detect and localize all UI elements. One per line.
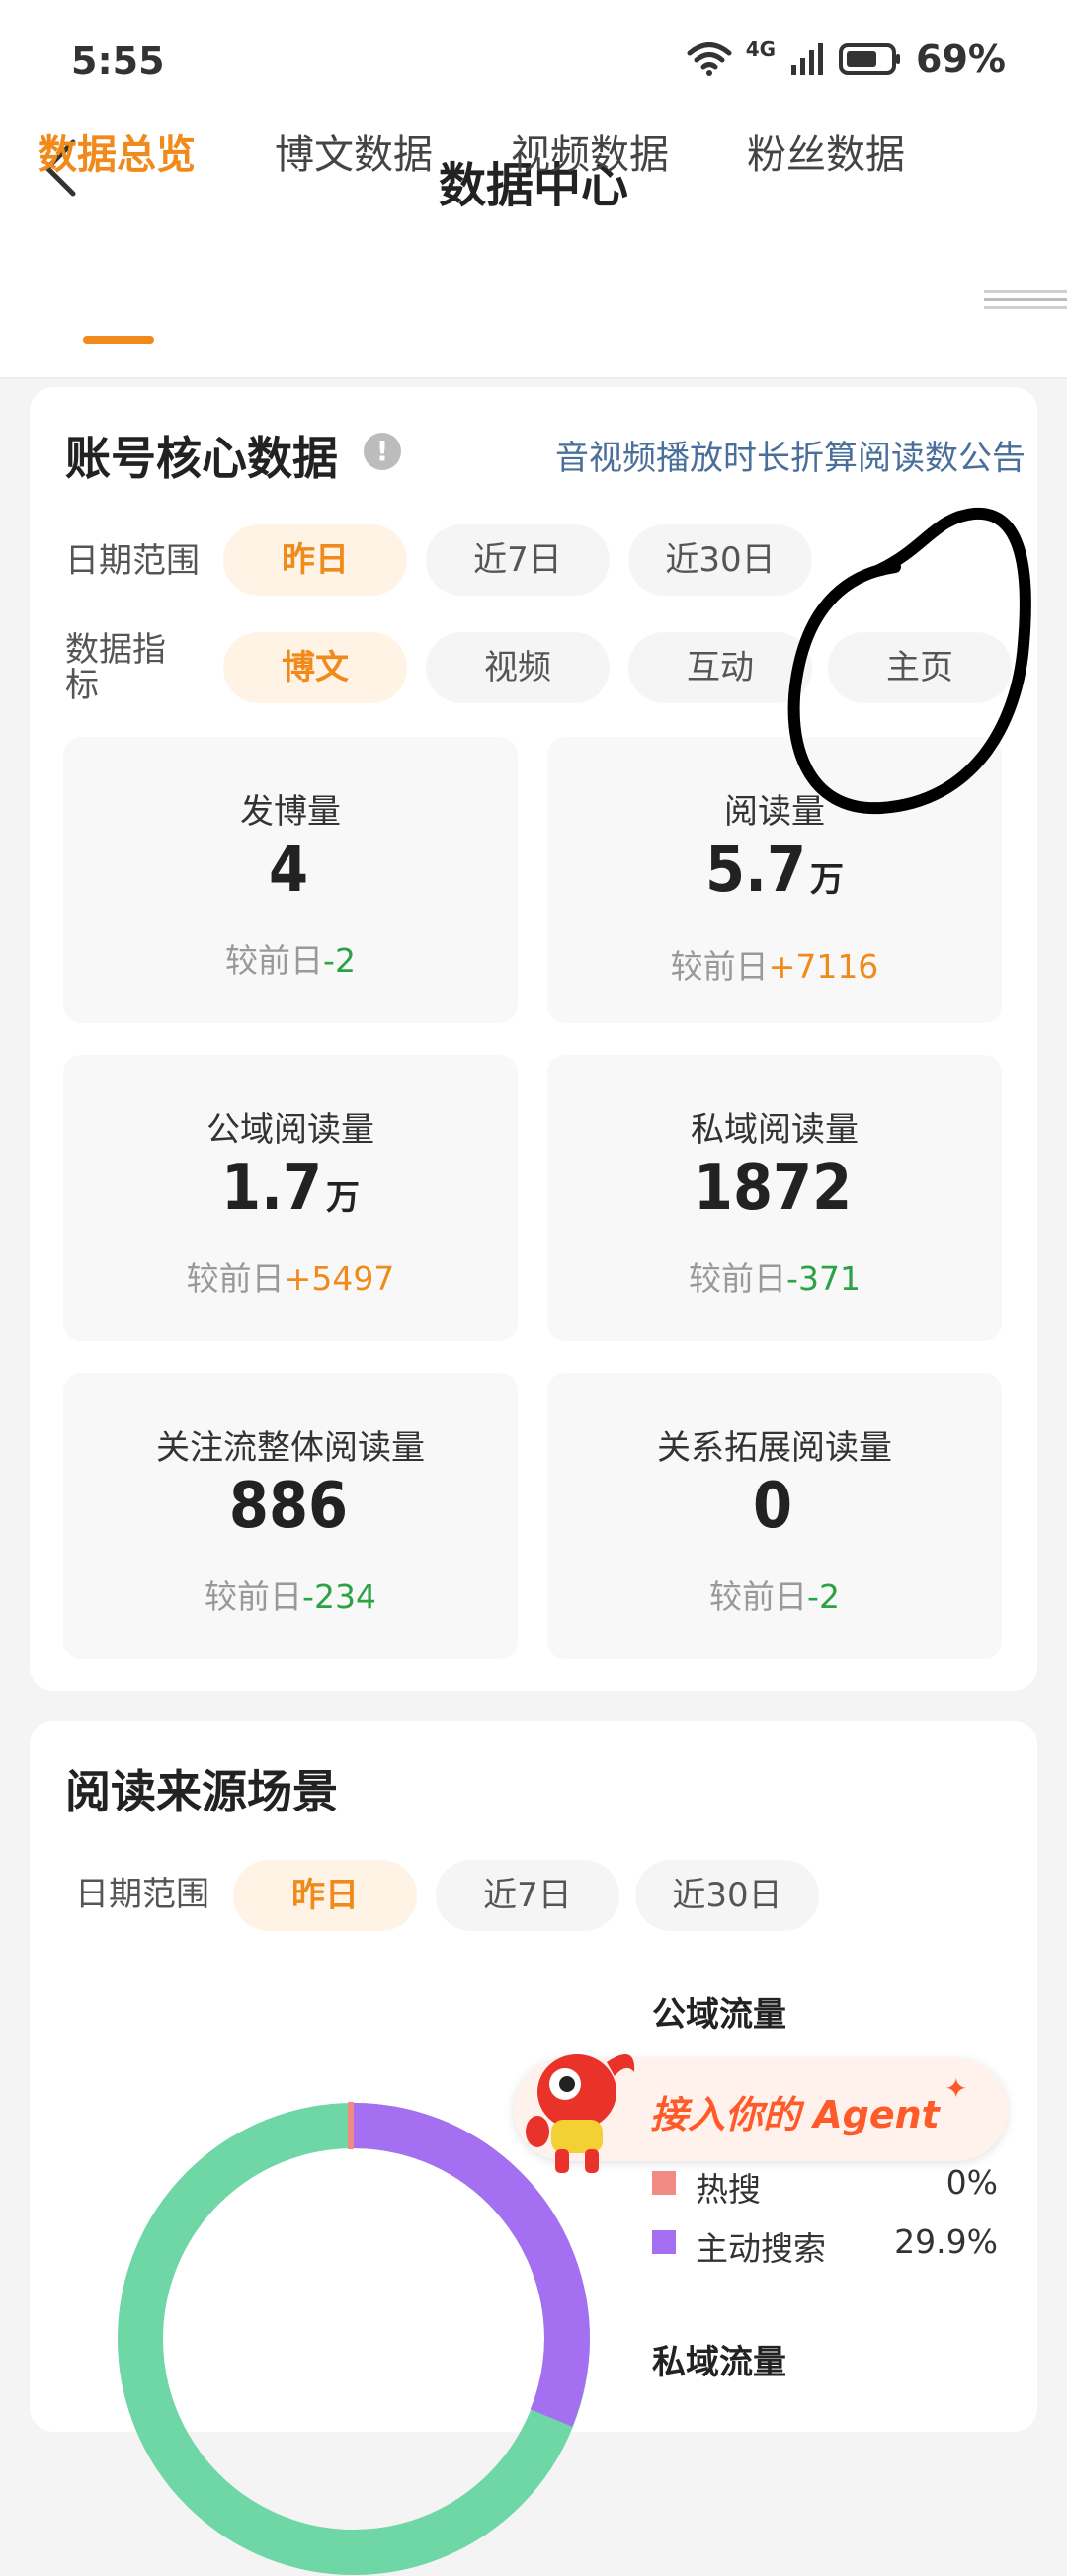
metric-value: 886 (228, 1470, 349, 1543)
metric-card[interactable]: 私域阅读量 1872 较前日-371 (547, 1055, 1002, 1341)
metric-compare: 较前日-371 (689, 1259, 861, 1298)
network-type: 4G (745, 38, 777, 61)
date-chip-yesterday[interactable]: 昨日 (223, 524, 407, 596)
public-traffic-title: 公域流量 (652, 1995, 786, 2035)
metric-compare: 较前日-234 (205, 1577, 376, 1616)
metric-compare: 较前日+7116 (670, 947, 879, 986)
legend-value: 0% (945, 2163, 998, 2202)
tab-bar (0, 275, 1067, 379)
sparkle-icon: ✦ (944, 2072, 968, 2105)
legend-row: 主动搜索 29.9% (652, 2222, 1008, 2268)
notice-link[interactable]: 音视频播放时长折算阅读数公告 (555, 431, 1026, 479)
private-traffic-title: 私域流量 (652, 2343, 786, 2382)
status-icons: 4G 69% (687, 38, 1006, 81)
date-chip-30d[interactable]: 近30日 (628, 524, 812, 596)
metric-chip-interaction[interactable]: 互动 (628, 632, 812, 703)
status-time: 5:55 (71, 40, 165, 83)
metric-compare: 较前日-2 (225, 941, 356, 980)
core-data-title: 账号核心数据 (65, 432, 338, 485)
date-chip-7d[interactable]: 近7日 (426, 524, 610, 596)
metric-value: 4 (268, 834, 309, 907)
read-source-title: 阅读来源场景 (65, 1765, 338, 1818)
metric-value: 5.7 万 (705, 834, 844, 907)
metric-label: 数据指标 (65, 630, 166, 705)
metric-compare: 较前日-2 (709, 1577, 840, 1616)
metric-label: 发博量 (240, 792, 341, 832)
tab-overflow-icon[interactable] (984, 286, 1067, 312)
metric-card[interactable]: 发博量 4 较前日-2 (63, 737, 518, 1023)
metric-card[interactable]: 公域阅读量 1.7 万 较前日+5497 (63, 1055, 518, 1341)
tab-fans[interactable]: 粉丝数据 (747, 122, 905, 180)
metric-chip-posts[interactable]: 博文 (223, 632, 407, 703)
metric-compare: 较前日+5497 (186, 1259, 395, 1298)
metric-value: 0 (752, 1470, 793, 1543)
metric-label: 关系拓展阅读量 (657, 1428, 892, 1468)
tab-posts[interactable]: 博文数据 (275, 122, 433, 180)
source-date-30d[interactable]: 近30日 (635, 1860, 819, 1931)
legend-label: 热搜 (696, 2170, 761, 2209)
metric-value: 1872 (693, 1152, 853, 1225)
metric-label: 私域阅读量 (691, 1110, 859, 1150)
metric-chip-video[interactable]: 视频 (426, 632, 610, 703)
legend-row: 热搜 0% (652, 2163, 1008, 2209)
legend-swatch (652, 2230, 676, 2254)
source-date-yesterday[interactable]: 昨日 (233, 1860, 417, 1931)
wifi-icon (687, 42, 732, 76)
metric-card[interactable]: 关注流整体阅读量 886 较前日-234 (63, 1373, 518, 1659)
date-range-label: 日期范围 (65, 541, 200, 581)
metric-card[interactable]: 关系拓展阅读量 0 较前日-2 (547, 1373, 1002, 1659)
active-tab-indicator (83, 336, 154, 344)
legend-label: 主动搜索 (696, 2229, 826, 2268)
status-bar: 5:55 4G 69% (0, 0, 1067, 128)
agent-banner-text: 接入你的 Agent (650, 2093, 940, 2136)
signal-icon (791, 43, 824, 75)
source-date-7d[interactable]: 近7日 (436, 1860, 619, 1931)
tab-overview[interactable]: 数据总览 (38, 122, 196, 180)
metric-label: 公域阅读量 (206, 1110, 374, 1150)
legend-value: 29.9% (894, 2222, 998, 2261)
metric-value: 1.7 万 (221, 1152, 360, 1225)
hand-drawn-circle-annotation (787, 507, 1031, 815)
tab-videos[interactable]: 视频数据 (511, 122, 669, 180)
info-icon[interactable]: ! (364, 433, 401, 470)
metric-label: 关注流整体阅读量 (156, 1428, 425, 1468)
source-date-label: 日期范围 (75, 1875, 209, 1914)
battery-icon (839, 43, 901, 75)
battery-percent: 69% (916, 38, 1006, 81)
mascot-icon[interactable] (508, 2033, 656, 2181)
